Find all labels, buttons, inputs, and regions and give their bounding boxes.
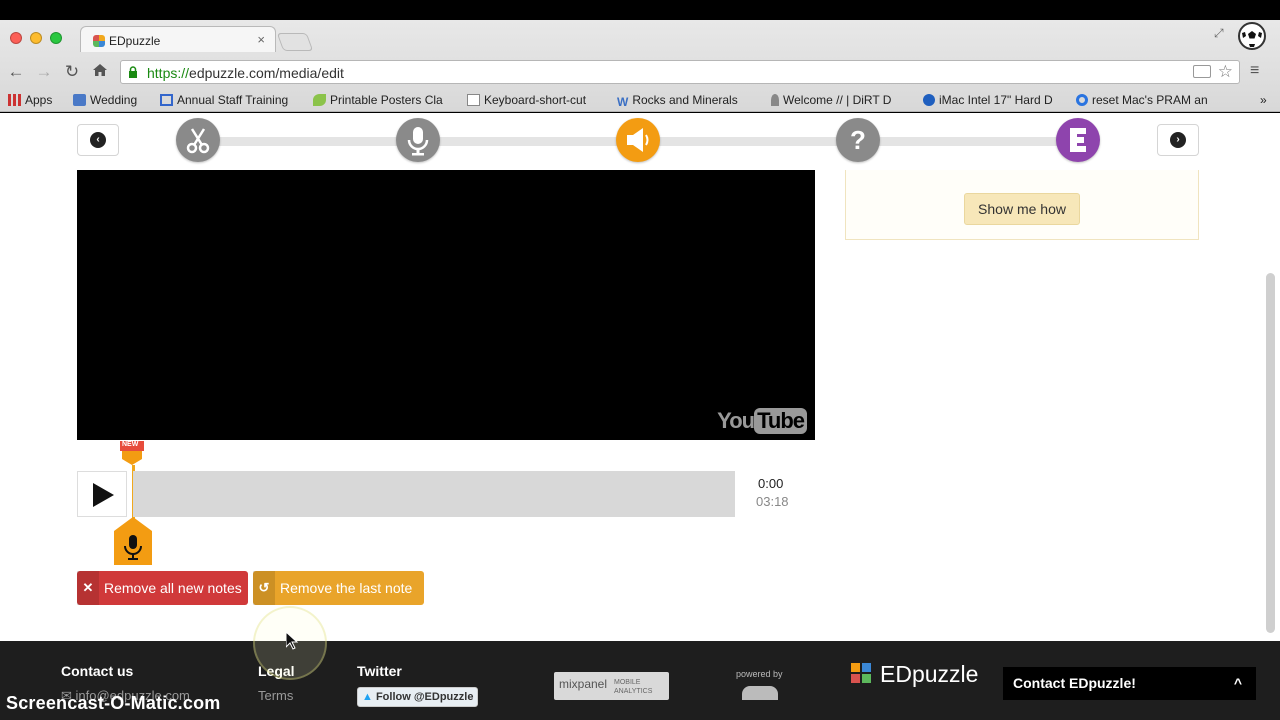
play-icon [93,483,114,507]
scissors-icon [186,128,210,154]
next-step-button[interactable]: › [1157,124,1199,156]
circle-icon [1076,94,1088,106]
fullscreen-icon[interactable]: ⤢ [1214,26,1224,41]
bookmark-dirt[interactable]: Welcome // | DiRT D [771,93,906,109]
step-audio-notes-button[interactable] [616,118,660,162]
chevron-right-icon: › [1170,132,1186,148]
step-finish-button[interactable] [1056,118,1100,162]
menu-icon[interactable]: ≡ [1250,62,1259,80]
screen: EDpuzzle × ⤢ ← → ↻ https://edpuzzle.com/… [0,0,1280,720]
x-circle-icon [923,94,935,106]
bookmark-pram[interactable]: reset Mac's PRAM an [1076,93,1212,109]
tab-close-icon[interactable]: × [257,32,265,47]
bookmark-imac[interactable]: iMac Intel 17" Hard D [923,93,1059,109]
pin-icon [771,94,779,106]
undo-icon: ↺ [253,571,275,605]
twitter-heading: Twitter [357,663,402,679]
twitter-follow-button[interactable]: ▲ Follow @EDpuzzle [357,687,478,707]
speaker-icon [627,128,649,152]
close-window-button[interactable] [10,32,22,44]
remove-last-note-button[interactable]: ↺ Remove the last note [253,571,424,605]
terms-link[interactable]: Terms [258,688,293,703]
soccer-ball-icon [1241,25,1263,47]
back-icon[interactable]: ← [6,62,26,82]
video-player[interactable]: You Tube [77,170,815,440]
edpuzzle-brand: EDpuzzle [880,661,979,687]
audio-note-marker[interactable] [114,517,152,565]
bookmark-star-icon[interactable]: ☆ [1218,62,1233,82]
bookmark-rocks[interactable]: W Rocks and Minerals [617,93,752,109]
leaf-icon [313,94,326,106]
bookmark-keyboard[interactable]: Keyboard-short-cut [467,93,602,109]
new-badge-label: NEW [122,441,139,448]
close-icon: ✕ [77,571,99,605]
show-me-how-button[interactable]: Show me how [964,193,1080,225]
edpuzzle-e-icon [1070,128,1090,152]
forward-icon[interactable]: → [34,62,54,82]
mixpanel-badge[interactable]: mixpanel MOBILE ANALYTICS [554,672,669,700]
page-scrollbar[interactable] [1266,273,1275,633]
browser-tab[interactable]: EDpuzzle × [80,26,276,52]
bookmark-wedding[interactable]: Wedding [73,93,137,109]
current-time: 0:00 [758,476,784,491]
question-mark-icon: ? [850,125,866,155]
microphone-icon [407,127,429,156]
minimize-window-button[interactable] [30,32,42,44]
chevron-left-icon: ‹ [90,132,106,148]
remove-all-notes-button[interactable]: ✕ Remove all new notes [77,571,248,605]
youtube-logo: You Tube [717,408,807,434]
bookmark-posters[interactable]: Printable Posters Cla [313,93,453,109]
step-voiceover-button[interactable] [396,118,440,162]
home-icon[interactable] [90,62,110,83]
mouse-pointer-icon [285,630,299,655]
powered-by-label: powered by [736,669,783,679]
page-icon [467,94,480,106]
contact-edpuzzle-widget[interactable]: Contact EDpuzzle! ^ [1003,667,1256,700]
page-viewport: ‹ › ? You Tube Show me how NEW 0:00 03:1… [0,113,1280,641]
browser-chrome: EDpuzzle × ⤢ ← → ↻ https://edpuzzle.com/… [0,20,1280,112]
tab-title: EDpuzzle [109,34,161,48]
folder-icon [73,94,86,106]
new-tab-button[interactable] [276,33,314,51]
cast-icon[interactable] [1193,65,1211,78]
help-panel: Show me how [845,170,1199,240]
soundcloud-icon[interactable] [742,686,778,700]
edpuzzle-favicon-icon [93,35,105,47]
step-quiz-button[interactable]: ? [836,118,880,162]
play-button[interactable] [77,471,127,517]
timeline-bar[interactable] [133,471,735,517]
doc-icon [160,94,173,106]
contact-heading: Contact us [61,663,134,679]
profile-avatar[interactable] [1238,22,1266,50]
address-bar[interactable]: https://edpuzzle.com/media/edit ☆ [120,60,1240,84]
zoom-window-button[interactable] [50,32,62,44]
total-duration: 03:18 [756,494,789,509]
chevron-up-icon: ^ [1233,675,1242,691]
screencast-watermark: Screencast-O-Matic.com [6,693,221,713]
url-text: https://edpuzzle.com/media/edit [147,65,344,81]
apps-grid-icon [8,94,21,106]
more-bookmarks-icon[interactable]: » [1260,93,1267,109]
previous-step-button[interactable]: ‹ [77,124,119,156]
twitter-bird-icon: ▲ [362,691,376,703]
reload-icon[interactable]: ↻ [62,62,82,82]
bookmark-annual-staff[interactable]: Annual Staff Training [160,93,300,109]
audio-note-microphone-icon [114,517,152,565]
new-note-badge[interactable]: NEW [120,441,144,465]
edpuzzle-logo-icon [849,661,873,685]
step-cut-button[interactable] [176,118,220,162]
bookmark-apps[interactable]: Apps [8,93,52,109]
svg-text:?: ? [850,125,866,155]
lock-icon [129,66,137,78]
w-icon: W [617,95,629,109]
